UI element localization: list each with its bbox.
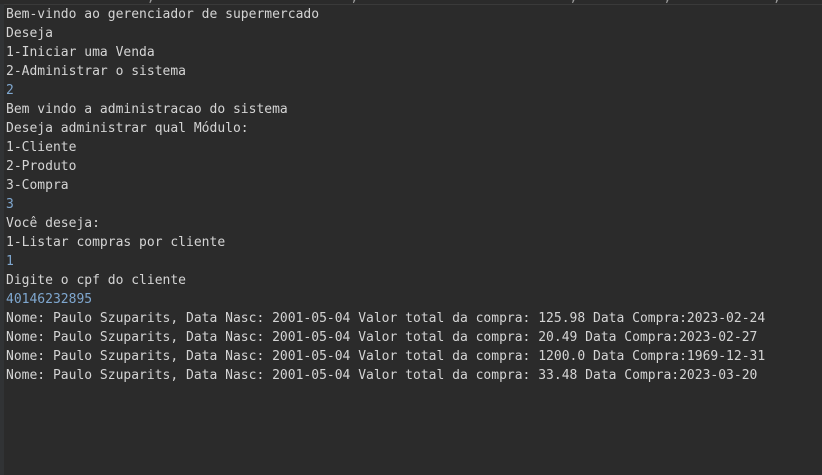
console-output-line: Nome: Paulo Szuparits, Data Nasc: 2001-0… bbox=[6, 330, 758, 345]
console-output-line: 1-Cliente bbox=[6, 140, 77, 155]
console-output-line: Nome: Paulo Szuparits, Data Nasc: 2001-0… bbox=[6, 368, 758, 383]
console-output-line: Deseja bbox=[6, 26, 53, 41]
console-output-line: 2-Produto bbox=[6, 159, 77, 174]
console-gutter bbox=[0, 4, 4, 475]
console-output-line: 2-Administrar o sistema bbox=[6, 64, 187, 79]
console-output-line: Você deseja: bbox=[6, 216, 100, 231]
console-output-line: Bem vindo a administracao do sistema bbox=[6, 102, 288, 117]
console-output-line: 1-Listar compras por cliente bbox=[6, 235, 226, 250]
console-output-line: Nome: Paulo Szuparits, Data Nasc: 2001-0… bbox=[6, 349, 766, 364]
console-output-line: Nome: Paulo Szuparits, Data Nasc: 2001-0… bbox=[6, 311, 766, 326]
console-input-line: 1 bbox=[6, 254, 14, 269]
console-input-line: 2 bbox=[6, 83, 14, 98]
console-input-line: 40146232895 bbox=[6, 292, 93, 307]
console-output-line: 1-Iniciar uma Venda bbox=[6, 45, 155, 60]
console-output[interactable]: Bem-vindo ao gerenciador de supermercado… bbox=[6, 5, 818, 385]
console-window: , , , , , , , , , , Bem-vindo ao gerenci… bbox=[0, 0, 822, 475]
console-input-line: 3 bbox=[6, 197, 14, 212]
console-output-line: Deseja administrar qual Módulo: bbox=[6, 121, 249, 136]
console-output-line: 3-Compra bbox=[6, 178, 69, 193]
console-output-line: Digite o cpf do cliente bbox=[6, 273, 187, 288]
console-output-line: Bem-vindo ao gerenciador de supermercado bbox=[6, 7, 320, 22]
